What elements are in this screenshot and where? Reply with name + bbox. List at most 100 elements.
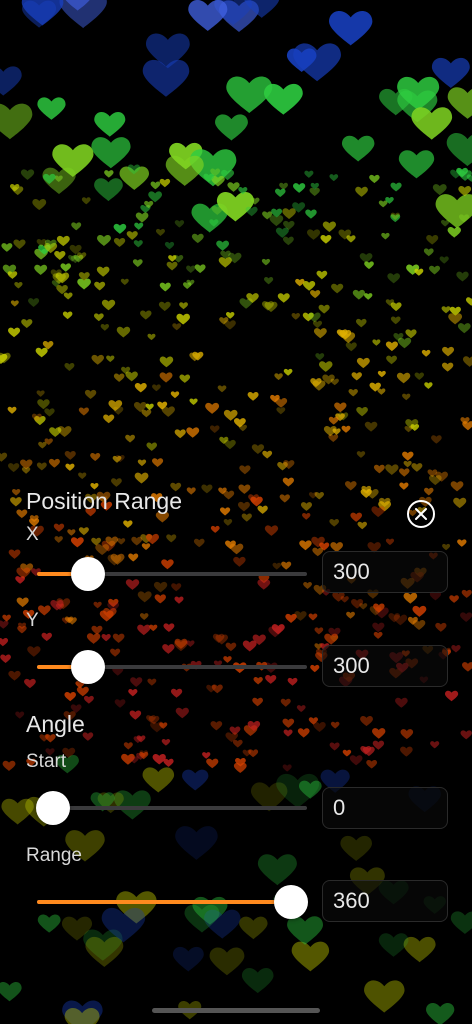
heart-particle: [404, 425, 413, 433]
heart-particle: [329, 11, 373, 46]
home-indicator[interactable]: [152, 1008, 320, 1013]
heart-particle: [36, 390, 45, 397]
heart-particle: [334, 402, 347, 413]
heart-particle: [56, 235, 70, 247]
range-value-field[interactable]: 360: [322, 880, 448, 922]
heart-particle: [274, 373, 283, 381]
start-slider[interactable]: [36, 791, 307, 825]
heart-particle: [398, 150, 435, 179]
heart-particle: [385, 464, 399, 476]
heart-particle: [0, 103, 33, 140]
x-label: X: [26, 524, 39, 545]
heart-particle: [63, 292, 73, 300]
heart-particle: [432, 184, 447, 196]
heart-particle: [330, 378, 339, 386]
heart-particle: [65, 463, 75, 471]
heart-particle: [396, 372, 411, 384]
close-circle-icon[interactable]: [405, 498, 437, 530]
heart-particle: [134, 222, 144, 230]
heart-particle: [215, 114, 248, 141]
start-slider-thumb[interactable]: [36, 791, 71, 825]
position-range-heading: Position Range: [26, 488, 182, 514]
heart-particle: [34, 264, 48, 275]
start-label: Start: [26, 751, 67, 772]
heart-particle: [20, 169, 35, 180]
heart-particle: [94, 281, 106, 291]
heart-particle: [186, 265, 196, 273]
heart-particle: [226, 76, 273, 114]
heart-particle: [364, 293, 373, 300]
heart-particle: [101, 299, 116, 311]
heart-particle: [96, 266, 110, 277]
heart-particle: [104, 170, 114, 178]
heart-particle: [81, 197, 91, 205]
x-value-field[interactable]: 300: [322, 551, 448, 593]
heart-particle: [62, 311, 73, 320]
heart-particle: [21, 319, 33, 328]
heart-particle: [37, 97, 66, 120]
heart-particle: [341, 425, 351, 433]
heart-particle: [310, 290, 321, 299]
heart-particle: [78, 407, 89, 416]
heart-particle: [134, 382, 147, 393]
range-slider-thumb[interactable]: [273, 885, 308, 919]
heart-particle: [172, 323, 182, 331]
heart-particle: [274, 188, 286, 198]
heart-particle: [164, 241, 175, 250]
heart-particle: [387, 273, 401, 284]
heart-particle: [28, 298, 40, 307]
heart-particle: [424, 382, 433, 389]
heart-particle: [145, 403, 154, 411]
heart-particle: [60, 263, 72, 272]
x-slider[interactable]: [37, 557, 307, 591]
heart-particle: [188, 0, 228, 32]
heart-particle: [462, 356, 472, 367]
heart-particle: [186, 427, 200, 438]
heart-particle: [351, 372, 362, 381]
y-label: Y: [26, 610, 39, 631]
heart-particle: [158, 301, 171, 312]
heart-particle: [440, 219, 450, 227]
heart-particle: [133, 240, 143, 248]
heart-particle: [356, 357, 370, 369]
heart-particle: [120, 278, 129, 286]
heart-particle: [152, 384, 161, 392]
heart-particle: [170, 391, 180, 399]
heart-particle: [32, 199, 47, 211]
heart-particle: [345, 342, 357, 352]
heart-particle: [38, 441, 47, 449]
heart-particle: [113, 238, 126, 248]
heart-particle: [372, 339, 381, 346]
heart-particle: [399, 468, 410, 477]
heart-particle: [282, 208, 296, 220]
heart-particle: [329, 174, 339, 182]
y-slider[interactable]: [37, 650, 307, 684]
heart-particle: [135, 212, 149, 223]
range-slider[interactable]: [37, 885, 308, 919]
heart-particle: [125, 434, 136, 443]
heart-particle: [465, 297, 472, 306]
heart-particle: [13, 239, 26, 250]
heart-particle: [191, 233, 204, 244]
heart-particle: [364, 421, 378, 432]
heart-particle: [217, 385, 227, 393]
heart-particle: [174, 429, 186, 439]
heart-particle: [20, 459, 33, 470]
heart-particle: [405, 329, 417, 339]
heart-particle: [295, 278, 305, 287]
heart-particle: [49, 427, 62, 438]
start-value-field[interactable]: 0: [322, 787, 448, 829]
y-value-field[interactable]: 300: [322, 645, 448, 687]
heart-particle: [302, 281, 316, 291]
heart-particle: [64, 451, 76, 460]
heart-particle: [8, 463, 20, 473]
heart-particle: [390, 316, 401, 325]
heart-particle: [322, 221, 337, 233]
heart-particle: [159, 178, 171, 188]
heart-particle: [411, 107, 453, 140]
heart-particle: [316, 270, 328, 280]
heart-particle: [441, 306, 451, 314]
heart-particle: [261, 258, 271, 266]
heart-particle: [106, 355, 115, 363]
heart-particle: [116, 326, 131, 338]
